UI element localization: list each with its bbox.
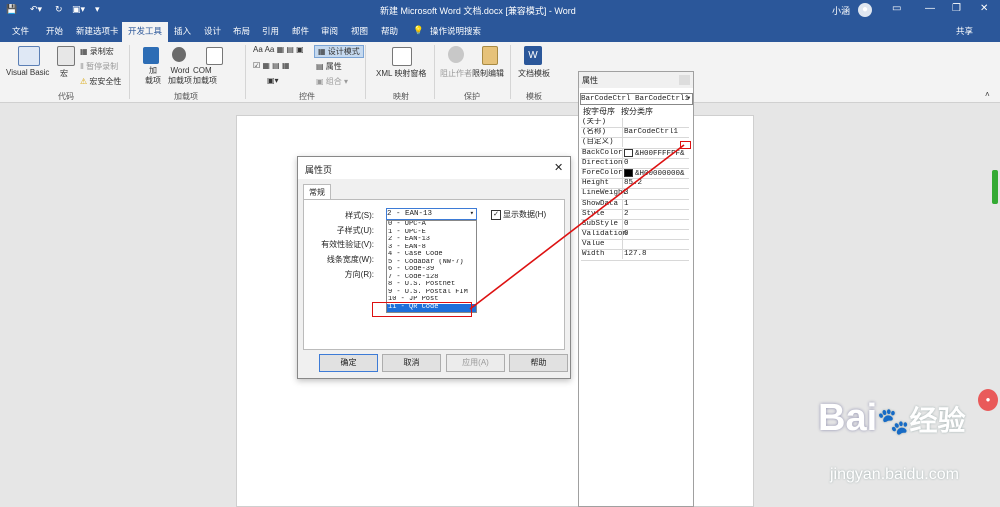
watermark-logo: Bai🐾经验 (818, 397, 966, 439)
watermark-url: jingyan.baidu.com (830, 466, 959, 483)
paw-icon: 🐾 (877, 406, 910, 436)
